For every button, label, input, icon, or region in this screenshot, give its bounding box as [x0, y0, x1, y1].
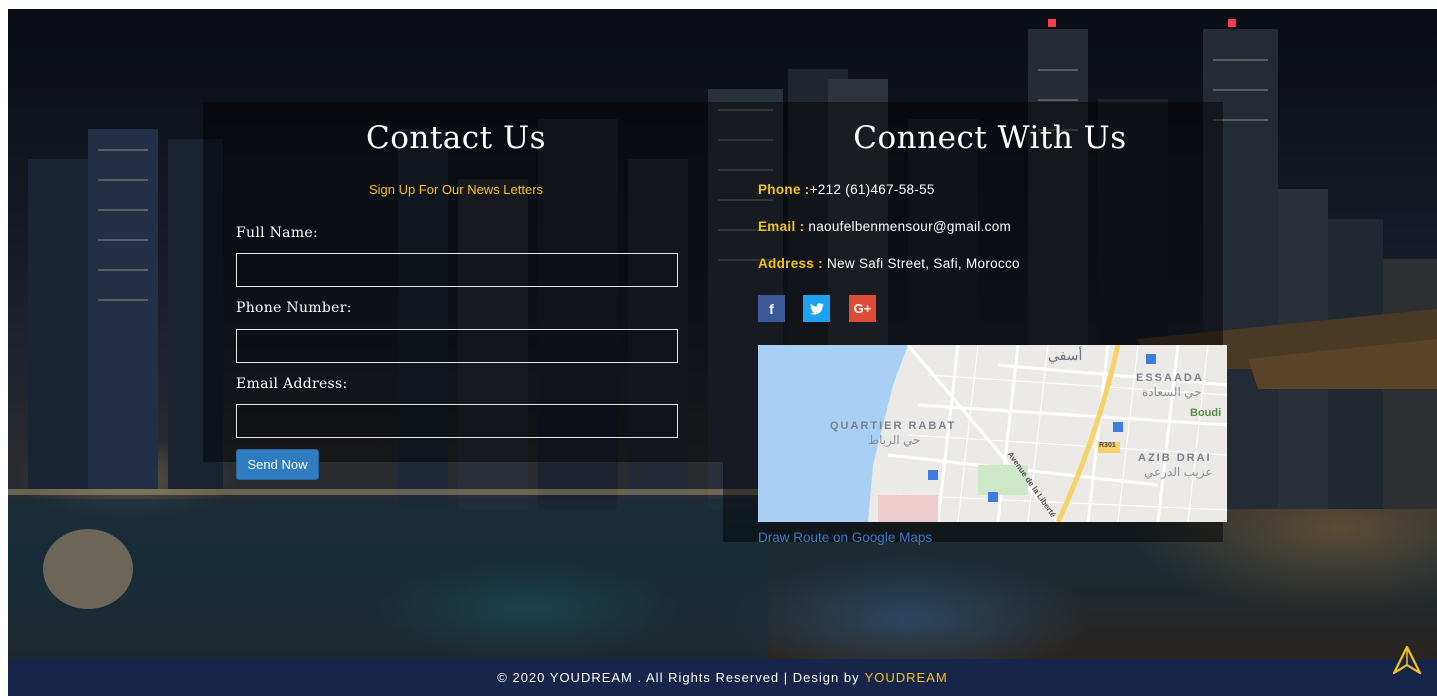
map-label-quartier-rabat: QUARTIER RABAT: [830, 420, 957, 432]
contact-title: Contact Us: [366, 120, 546, 156]
phone-number-label: Phone Number:: [236, 300, 352, 316]
full-name-label: Full Name:: [236, 225, 319, 241]
map-label-essaada: ESSAADA: [1136, 372, 1204, 384]
address-value: New Safi Street, Safi, Morocco: [822, 256, 1020, 271]
email-value: naoufelbenmensour@gmail.com: [804, 219, 1012, 234]
phone-key: Phone :: [758, 182, 810, 197]
phone-line: Phone :+212 (61)467-58-55: [758, 182, 935, 197]
map-label-ar-essaada: حي السعادة: [1142, 385, 1202, 399]
address-key: Address :: [758, 256, 823, 271]
google-map[interactable]: QUARTIER RABAT حي الرباط ESSAADA حي السع…: [758, 345, 1227, 522]
map-label-ar-safi: أسفي: [1048, 347, 1083, 363]
footer: © 2020 YOUDREAM . All Rights Reserved | …: [8, 659, 1437, 696]
newsletter-subtitle: Sign Up For Our News Letters: [368, 182, 544, 197]
map-label-ar-rabat: حي الرباط: [868, 433, 921, 447]
draw-route-link[interactable]: Draw Route on Google Maps: [758, 530, 932, 545]
map-label-boudi: Boudi: [1190, 407, 1222, 419]
footer-brand-link[interactable]: YOUDREAM: [865, 670, 948, 685]
full-name-input[interactable]: [236, 253, 678, 287]
map-label-azib-drai: AZIB DRAI: [1138, 452, 1212, 464]
send-now-button[interactable]: Send Now: [236, 449, 319, 480]
email-address-input[interactable]: [236, 404, 678, 438]
email-key: Email :: [758, 219, 805, 234]
google-plus-icon[interactable]: G+: [849, 295, 876, 322]
facebook-icon[interactable]: f: [758, 295, 785, 322]
email-line: Email : naoufelbenmensour@gmail.com: [758, 219, 1011, 234]
map-label-ar-azib-drai: عزيب الدرعي: [1144, 465, 1213, 479]
map-label-r301: R301: [1099, 442, 1116, 449]
connect-title: Connect With Us: [853, 120, 1127, 156]
address-line: Address : New Safi Street, Safi, Morocco: [758, 256, 1020, 271]
twitter-icon[interactable]: [803, 295, 830, 322]
phone-value: +212 (61)467-58-55: [809, 182, 935, 197]
email-address-label: Email Address:: [236, 376, 348, 392]
scroll-to-top-icon[interactable]: [1392, 645, 1422, 675]
phone-number-input[interactable]: [236, 329, 678, 363]
footer-copyright: © 2020 YOUDREAM . All Rights Reserved | …: [497, 670, 860, 685]
